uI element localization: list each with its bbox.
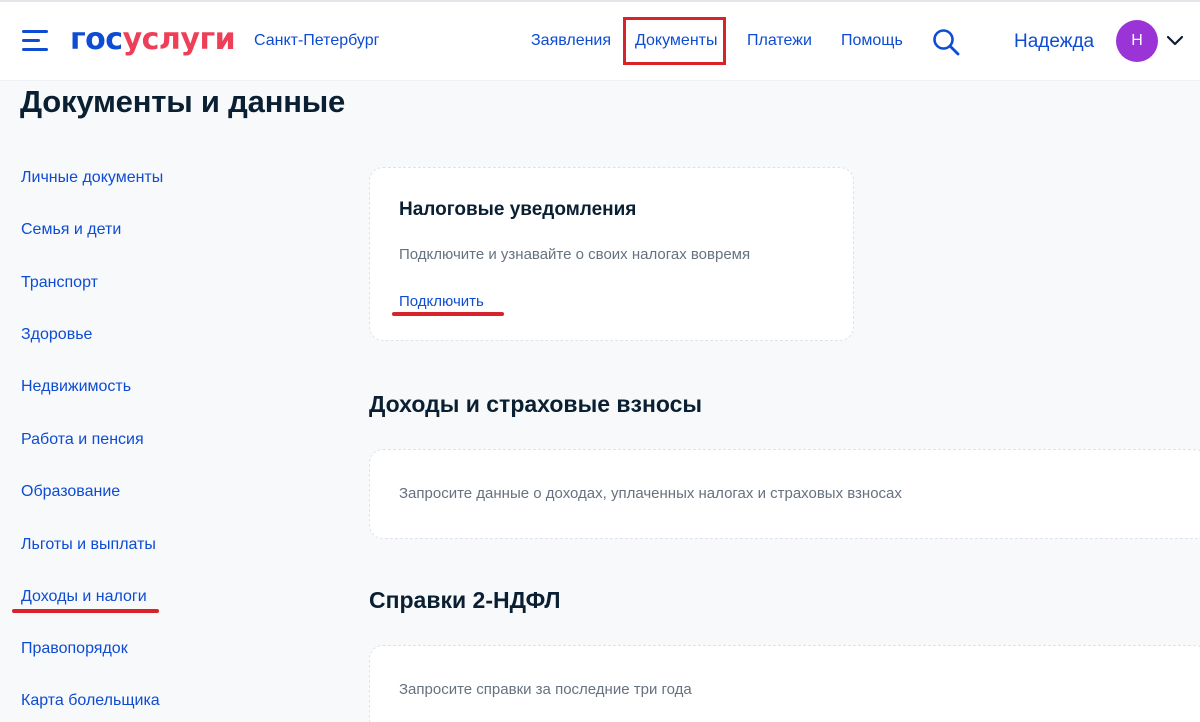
nav-help[interactable]: Помощь	[841, 32, 903, 50]
sidebar-item-law[interactable]: Правопорядок	[21, 640, 128, 658]
tax-card-title: Налоговые уведомления	[399, 199, 637, 220]
sidebar-item-real-estate[interactable]: Недвижимость	[21, 378, 131, 396]
page-title: Документы и данные	[20, 84, 346, 119]
tax-card-text: Подключите и узнавайте о своих налогах в…	[399, 246, 751, 263]
user-name[interactable]: Надежда	[1014, 31, 1094, 53]
sidebar-item-benefits[interactable]: Льготы и выплаты	[21, 536, 156, 554]
connect-link[interactable]: Подключить	[399, 293, 484, 310]
burger-menu-icon[interactable]	[22, 30, 48, 52]
income-taxes-annotation-underline	[12, 609, 159, 613]
nav-applications[interactable]: Заявления	[531, 32, 611, 50]
sidebar-item-health[interactable]: Здоровье	[21, 326, 92, 344]
income-request-text: Запросите данные о доходах, уплаченных н…	[399, 485, 902, 502]
sidebar-item-work-pension[interactable]: Работа и пенсия	[21, 431, 144, 449]
chevron-down-icon[interactable]	[1166, 34, 1184, 48]
ndfl-section-title: Справки 2-НДФЛ	[369, 587, 561, 613]
ndfl-request-text: Запросите справки за последние три года	[399, 681, 692, 698]
sidebar-item-education[interactable]: Образование	[21, 483, 120, 501]
sidebar-item-transport[interactable]: Транспорт	[21, 274, 98, 292]
connect-annotation-underline	[392, 312, 504, 316]
top-header: госуслуги Санкт-Петербург Заявления Доку…	[0, 0, 1200, 80]
nav-payments[interactable]: Платежи	[747, 32, 812, 50]
sidebar-item-income-taxes[interactable]: Доходы и налоги	[21, 588, 147, 606]
nav-documents-highlight-box	[623, 17, 726, 65]
sidebar-item-personal-documents[interactable]: Личные документы	[21, 169, 163, 187]
sidebar-item-fan-card[interactable]: Карта болельщика	[21, 692, 160, 710]
search-icon[interactable]	[932, 28, 960, 56]
avatar[interactable]: Н	[1116, 20, 1158, 62]
logo-part-gos: гос	[70, 22, 123, 57]
city-selector[interactable]: Санкт-Петербург	[254, 32, 379, 50]
sidebar-item-family[interactable]: Семья и дети	[21, 221, 121, 239]
logo-part-uslugi: услуги	[122, 22, 236, 57]
income-section-title: Доходы и страховые взносы	[369, 391, 703, 417]
logo[interactable]: госуслуги	[70, 20, 236, 60]
